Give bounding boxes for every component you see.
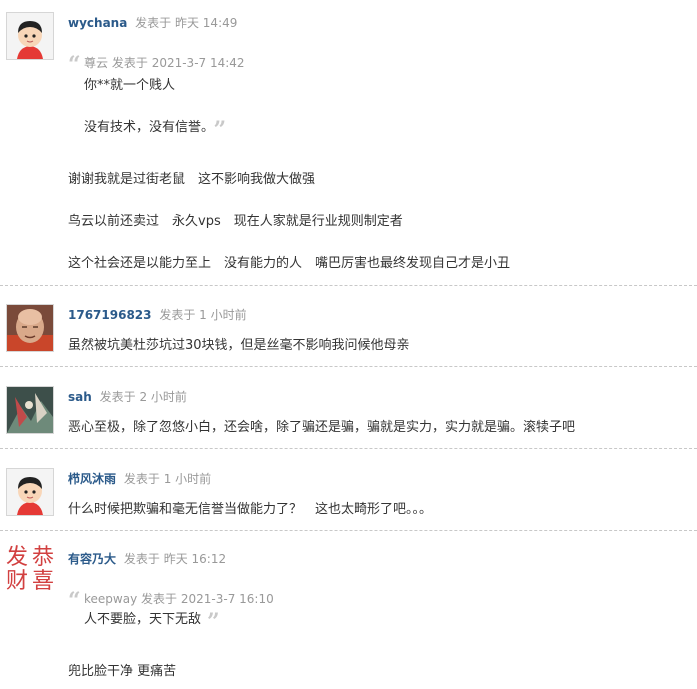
posted-label: 发表于 <box>123 472 160 486</box>
quote-time: 2021-3-7 16:10 <box>180 592 274 606</box>
author-link[interactable]: sah <box>68 390 92 404</box>
quote-line-with-close: 人不要脸，天下无敌 ” <box>84 608 220 635</box>
post-3: sah 发表于 2 小时前 恶心至极，除了忽悠小白，还会啥，除了骗还是骗，骗就是… <box>0 372 697 452</box>
quote-meta: keepway 发表于 2021-3-7 16:10 <box>84 590 274 607</box>
post-meta: wychana 发表于 昨天 14:49 <box>68 14 237 31</box>
posted-label: 发表于 <box>99 390 136 404</box>
post-time: 1 小时前 <box>199 308 247 322</box>
post-meta: sah 发表于 2 小时前 <box>68 388 187 405</box>
quote-time: 2021-3-7 14:42 <box>151 56 245 70</box>
post-meta: 有容乃大 发表于 昨天 16:12 <box>68 550 226 567</box>
post-divider <box>0 530 697 531</box>
quote-line-with-close: 没有技术，没有信誉。 ” <box>84 116 226 143</box>
body-line: 恶心至极，除了忽悠小白，还会啥，除了骗还是骗，骗就是实力，实力就是骗。滚犊子吧 <box>68 420 576 435</box>
body-line: 谢谢我就是过街老鼠 这不影响我做大做强 <box>68 172 316 187</box>
quote-line: 没有技术，没有信誉。 <box>84 120 208 135</box>
body-line: 什么时候把欺骗和毫无信誉当做能力了？ 这也太畸形了吧。。。 <box>68 502 433 517</box>
quote-author[interactable]: 尊云 <box>84 56 108 70</box>
post-meta: 1767196823 发表于 1 小时前 <box>68 306 247 323</box>
posted-label: 发表于 <box>135 16 172 30</box>
post-divider <box>0 448 697 449</box>
avatar-artwork[interactable] <box>6 386 54 434</box>
comment-thread: wychana 发表于 昨天 14:49 “ 尊云 发表于 2021-3-7 1… <box>0 0 697 689</box>
author-link[interactable]: 有容乃大 <box>68 552 116 566</box>
avatar-fortune-stamp[interactable]: 发恭 财喜 <box>4 546 56 598</box>
post-divider <box>0 366 697 367</box>
avatar-cartoon-boy[interactable] <box>6 12 54 60</box>
quote-line: 你**就一个贱人 <box>84 78 176 93</box>
body-line: 虽然被坑美杜莎坑过30块钱，但是丝毫不影响我问候他母亲 <box>68 338 410 353</box>
author-link[interactable]: wychana <box>68 16 127 30</box>
close-quote-icon: ” <box>207 609 220 635</box>
author-link[interactable]: 1767196823 <box>68 308 152 322</box>
post-2: 1767196823 发表于 1 小时前 虽然被坑美杜莎坑过30块钱，但是丝毫不… <box>0 290 697 370</box>
post-time: 1 小时前 <box>163 472 212 486</box>
post-4: 栉风沐雨 发表于 1 小时前 什么时候把欺骗和毫无信誉当做能力了？ 这也太畸形了… <box>0 454 697 534</box>
open-quote-icon: “ <box>68 588 81 614</box>
open-quote-icon: “ <box>68 52 81 78</box>
post-time: 昨天 16:12 <box>163 552 227 566</box>
quote-posted-label: 发表于 <box>111 56 148 70</box>
quote-author[interactable]: keepway <box>84 592 137 606</box>
body-line: 这个社会还是以能力至上 没有能力的人 嘴巴厉害也最终发现自己才是小丑 <box>68 256 511 271</box>
quote-line: 人不要脸，天下无敌 <box>84 612 202 627</box>
body-line: 兜比脸干净 更痛苦 <box>68 664 177 679</box>
post-time: 2 小时前 <box>139 390 187 404</box>
post-meta: 栉风沐雨 发表于 1 小时前 <box>68 470 211 487</box>
author-link[interactable]: 栉风沐雨 <box>68 472 116 486</box>
post-5: 发恭 财喜 有容乃大 发表于 昨天 16:12 “ keepway 发表于 20… <box>0 536 697 689</box>
posted-label: 发表于 <box>159 308 196 322</box>
post-1: wychana 发表于 昨天 14:49 “ 尊云 发表于 2021-3-7 1… <box>0 0 697 290</box>
avatar-bald-man[interactable] <box>6 304 54 352</box>
avatar-cartoon-boy[interactable] <box>6 468 54 516</box>
post-divider <box>0 285 697 286</box>
close-quote-icon: ” <box>213 117 227 143</box>
body-line: 鸟云以前还卖过 永久vps 现在人家就是行业规则制定者 <box>68 214 403 229</box>
quote-meta: 尊云 发表于 2021-3-7 14:42 <box>84 54 245 71</box>
quote-posted-label: 发表于 <box>141 592 178 606</box>
posted-label: 发表于 <box>123 552 160 566</box>
post-time: 昨天 14:49 <box>174 16 238 30</box>
